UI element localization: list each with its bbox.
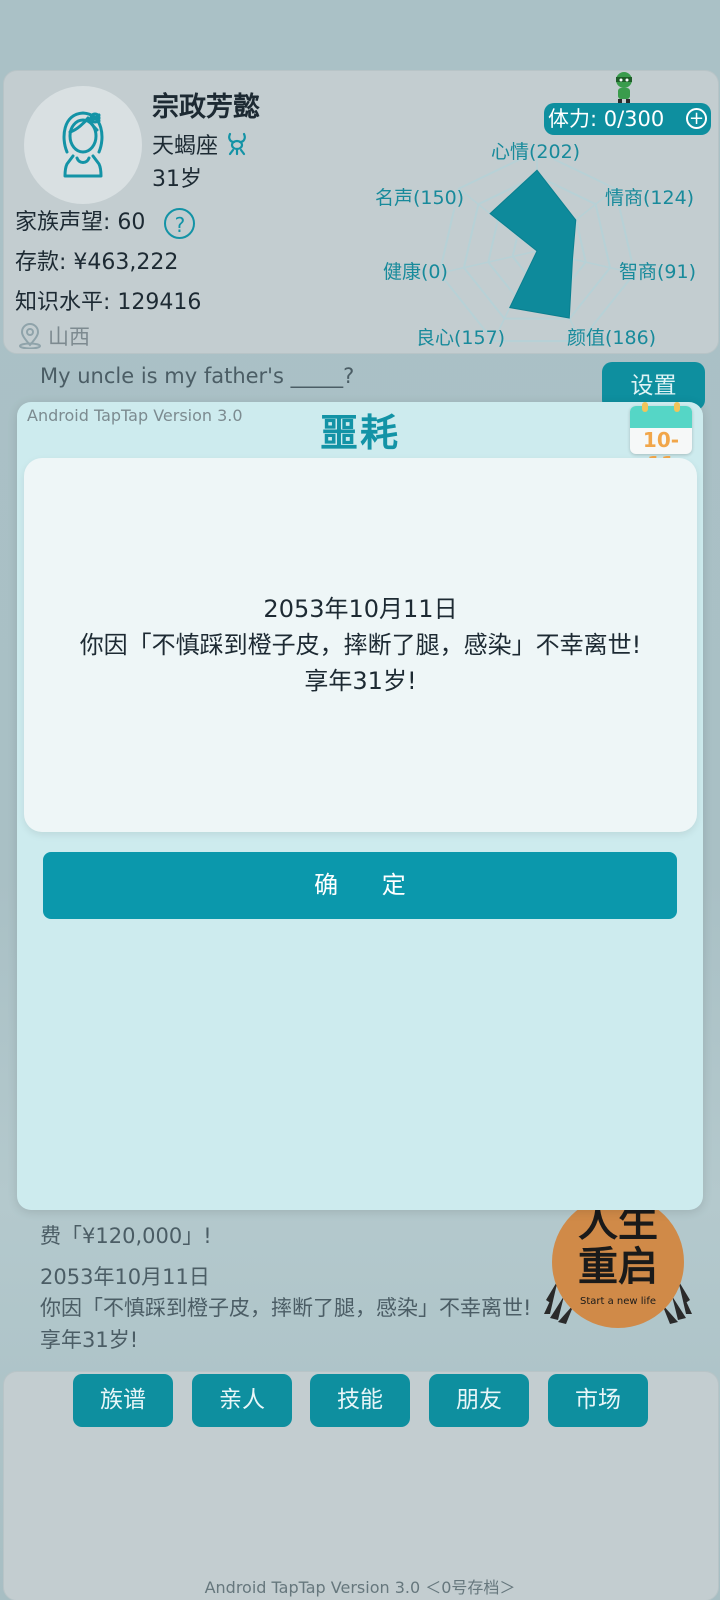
calendar-header [630,406,692,428]
calendar-icon: 10-11 [630,394,692,476]
message-date: 2053年10月11日 [263,595,458,623]
nav-friends-button[interactable]: 朋友 [429,1374,529,1427]
nav-skills-button[interactable]: 技能 [310,1374,410,1427]
radar-label: 良心(157) [416,327,506,349]
footer-version: Android TapTap Version 3.0 ＜0号存档＞ [204,1578,516,1597]
knowledge-label: 知识水平: 129416 [15,290,202,315]
reputation-row: 家族声望: 60 ? [15,204,196,239]
log-date-text: 2053年10月11日 [40,1265,210,1289]
dialog-title: 噩耗 [319,411,400,455]
calendar-ring [674,402,680,412]
log-fee-text: 费「¥120,000」! [40,1224,212,1248]
woman-avatar-icon [62,111,104,178]
stamina-label: 体力: 0/300 [548,107,665,131]
reputation-label: 家族声望: 60 [15,210,146,235]
age-label: 31岁 [152,167,202,192]
log-message-text: 你因「不慎踩到橙子皮，摔断了腿，感染」不幸离世! [40,1296,532,1320]
screen: 宗政芳懿 天蝎座 31岁 家族声望: 60 ? 存款: ¥463,222 知识水… [0,0,720,1600]
radar-label: 健康(0) [383,261,448,283]
nav-market-button[interactable]: 市场 [548,1374,648,1427]
death-notice-dialog: Android TapTap Version 3.0 噩耗 10-11 2053… [17,402,703,1210]
radar-label: 名声(150) [375,187,465,209]
calendar-ring [642,402,648,412]
add-stamina-icon[interactable]: + [686,108,707,129]
message-age: 享年31岁! [304,667,417,695]
avatar[interactable] [24,86,142,204]
message-body: 你因「不慎踩到橙子皮，摔断了腿，感染」不幸离世! [79,631,642,659]
location-pin-icon [19,323,41,349]
question-text: My uncle is my father's _____? [40,364,355,388]
restart-subtitle: Start a new life [580,1296,656,1307]
location-row: 山西 [18,321,90,351]
help-icon[interactable]: ? [164,207,196,239]
savings-label: 存款: ¥463,222 [15,250,179,275]
nav-relatives-button[interactable]: 亲人 [192,1374,292,1427]
zodiac-label: 天蝎座 [152,134,219,159]
radar-label: 情商(124) [605,187,695,209]
log-age-text: 享年31岁! [40,1328,139,1352]
character-name: 宗政芳懿 [152,92,260,123]
radar-label: 智商(91) [619,261,697,283]
attribute-radar-chart [438,149,636,343]
confirm-button[interactable]: 确 定 [43,852,677,919]
nav-family-tree-button[interactable]: 族谱 [73,1374,173,1427]
message-box: 2053年10月11日 你因「不慎踩到橙子皮，摔断了腿，感染」不幸离世! 享年3… [24,458,697,832]
location-label: 山西 [48,325,90,349]
restart-life-button[interactable]: 人生 重启 Start a new life [538,1196,698,1336]
scorpio-icon [228,132,246,156]
bottom-nav-panel: 族谱 亲人 技能 朋友 市场 [3,1371,719,1600]
restart-line2: 重启 [578,1244,658,1290]
radar-label: 颜值(186) [567,327,657,349]
mascot-icon [616,72,632,103]
zodiac-row: 天蝎座 [152,128,248,160]
profile-card: 宗政芳懿 天蝎座 31岁 家族声望: 60 ? 存款: ¥463,222 知识水… [3,70,719,354]
radar-label: 心情(202) [491,141,581,163]
